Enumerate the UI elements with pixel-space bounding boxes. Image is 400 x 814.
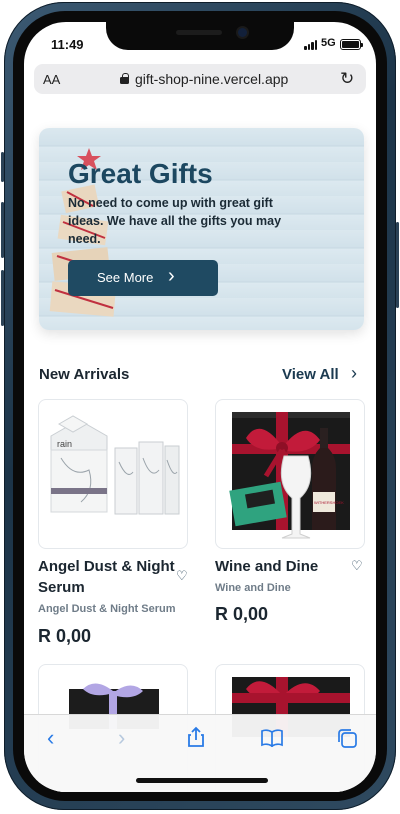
hero-title: Great Gifts <box>68 158 213 189</box>
see-more-button[interactable]: See More › <box>68 260 218 296</box>
rain-brand-text: rain <box>57 439 72 449</box>
view-all-link[interactable]: View All <box>282 366 339 383</box>
tabs-icon[interactable] <box>336 727 358 755</box>
wishlist-heart-icon[interactable]: ♡ <box>351 558 363 574</box>
bookmarks-icon[interactable] <box>260 728 284 754</box>
chevron-right-icon: › <box>168 265 175 287</box>
product-name[interactable]: Wine and Dine <box>215 556 318 577</box>
share-icon[interactable] <box>186 726 206 754</box>
status-time: 11:49 <box>51 37 84 52</box>
reader-aa-button[interactable]: AA <box>43 72 60 87</box>
product-name[interactable]: Angel Dust & Night Serum <box>38 556 178 598</box>
power-button <box>396 222 399 308</box>
product-price: R 0,00 <box>215 604 269 624</box>
back-icon[interactable]: ‹ <box>47 725 54 751</box>
url-text[interactable]: gift-shop-nine.vercel.app <box>135 71 288 87</box>
hero-banner: Great Gifts No need to come up with grea… <box>39 128 364 330</box>
camera <box>238 28 247 37</box>
product-subtitle: Wine and Dine <box>215 582 291 594</box>
speaker <box>176 30 222 35</box>
volume-up-button <box>1 202 4 258</box>
serum-product-image: rain <box>50 415 180 515</box>
battery-icon <box>340 39 363 50</box>
signal-icon <box>304 40 318 50</box>
see-more-label: See More <box>97 270 154 285</box>
hero-description: No need to come up with great gift ideas… <box>68 196 282 246</box>
network-label: 5G <box>321 37 336 49</box>
product-price: R 0,00 <box>38 626 92 646</box>
mute-switch <box>1 152 4 182</box>
home-indicator[interactable] <box>136 778 268 783</box>
product-image-card[interactable]: WITHERSHOEK <box>215 399 365 549</box>
view-all-chevron-icon[interactable]: › <box>351 363 357 384</box>
wine-product-image: WITHERSHOEK <box>229 412 350 539</box>
reload-icon[interactable]: ↻ <box>340 69 354 89</box>
volume-down-button <box>1 270 4 326</box>
address-bar[interactable]: AA gift-shop-nine.vercel.app ↻ <box>34 64 366 94</box>
lock-icon <box>120 73 129 84</box>
new-arrivals-title: New Arrivals <box>39 366 130 383</box>
notch <box>106 22 294 50</box>
screen: 11:49 5G AA gift-shop-nine.vercel.app ↻ … <box>24 22 376 792</box>
forward-icon[interactable]: › <box>118 725 125 751</box>
withershoek-label-text: WITHERSHOEK <box>314 500 344 505</box>
product-subtitle: Angel Dust & Night Serum <box>38 603 176 615</box>
product-image-card[interactable]: rain <box>38 399 188 549</box>
wishlist-heart-icon[interactable]: ♡ <box>176 568 188 584</box>
